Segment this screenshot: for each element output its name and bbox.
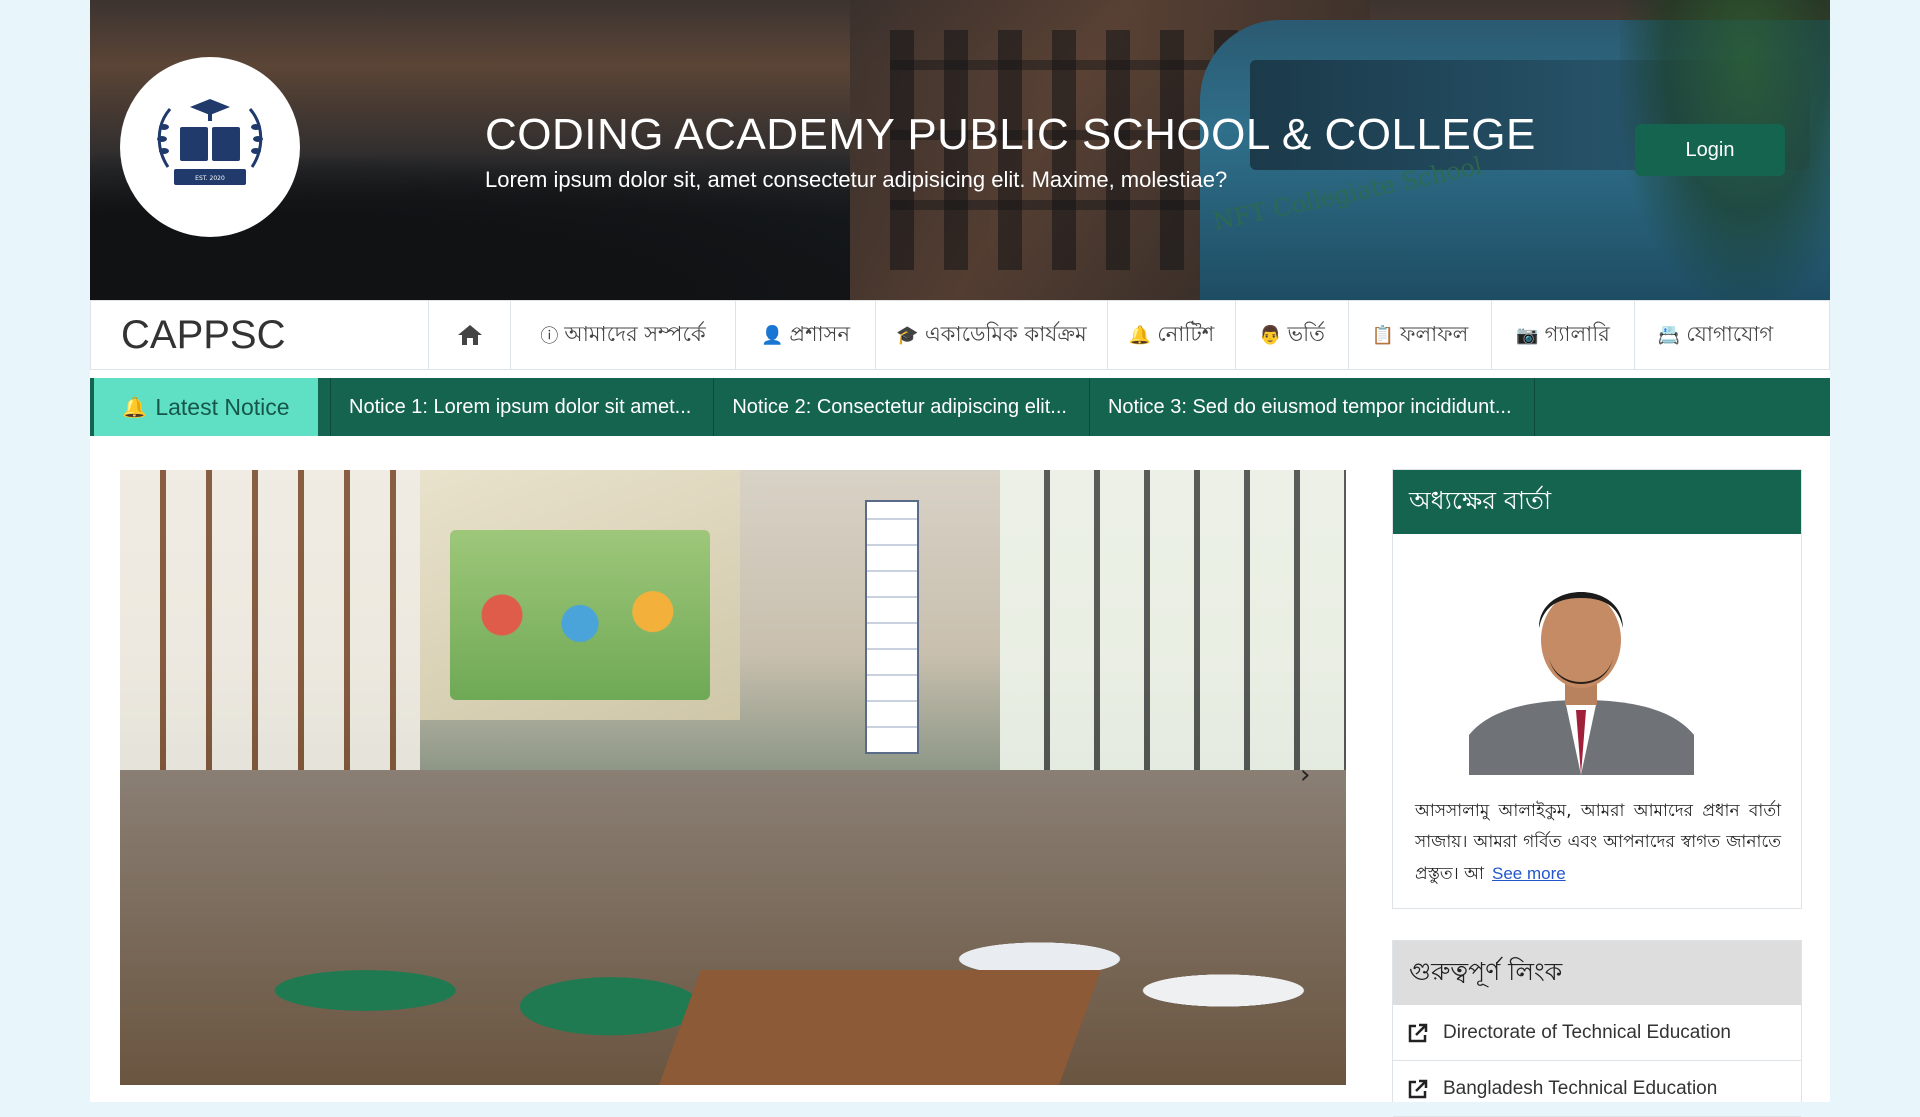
link-item-2[interactable]: Bangladesh Technical Education: [1393, 1061, 1801, 1117]
nav-contact-label: যোগাযোগ: [1686, 321, 1774, 346]
login-button[interactable]: Login: [1635, 124, 1785, 176]
clipboard-check-icon: 📋: [1371, 324, 1395, 346]
nav-gallery-label: গ্যালারি: [1544, 321, 1610, 346]
principal-heading: অধ্যক্ষের বার্তা: [1393, 470, 1801, 534]
nav-administration[interactable]: 👤 প্রশাসন: [735, 301, 875, 369]
nav-contact[interactable]: 📇 যোগাযোগ: [1634, 301, 1796, 369]
school-book-logo-icon: EST. 2020: [157, 99, 263, 185]
nav-about-label: আমাদের সম্পর্কে: [564, 321, 706, 346]
page: NFT Collegiate School EST. 2020 CODING A…: [90, 0, 1830, 1117]
notice-item-3[interactable]: Notice 3: Sed do eiusmod tempor incididu…: [1090, 378, 1535, 436]
notice-item-1[interactable]: Notice 1: Lorem ipsum dolor sit amet...: [330, 378, 715, 436]
hero-slider[interactable]: ›: [120, 470, 1346, 1085]
main-navbar: CAPPSC ⓘ আমাদের সম্পর্কে 👤 প্রশাসন 🎓 একা…: [90, 300, 1830, 370]
nav-about[interactable]: ⓘ আমাদের সম্পর্কে: [510, 301, 735, 369]
external-link-icon: [1408, 1023, 1428, 1042]
link-item-1[interactable]: Directorate of Technical Education: [1393, 1005, 1801, 1061]
brand-name[interactable]: CAPPSC: [91, 301, 428, 369]
bell-icon: 🔔: [122, 396, 148, 419]
info-icon: ⓘ: [540, 326, 559, 347]
header-banner: NFT Collegiate School EST. 2020 CODING A…: [90, 0, 1830, 300]
svg-text:EST. 2020: EST. 2020: [195, 175, 225, 182]
nav-admission[interactable]: 👨 ভর্তি: [1235, 301, 1348, 369]
site-subtitle: Lorem ipsum dolor sit, amet consectetur …: [485, 167, 1228, 192]
principal-message-panel: অধ্যক্ষের বার্তা আসসালামু আলাইকুম, আমরা …: [1392, 469, 1802, 909]
nav-academic[interactable]: 🎓 একাডেমিক কার্যক্রম: [875, 301, 1107, 369]
link-item-2-label: Bangladesh Technical Education: [1443, 1077, 1718, 1099]
principal-message: আসসালামু আলাইকুম, আমরা আমাদের প্রধান বার…: [1415, 796, 1781, 890]
school-logo[interactable]: EST. 2020: [120, 57, 300, 237]
slider-next-button[interactable]: ›: [1300, 760, 1310, 790]
link-item-1-label: Directorate of Technical Education: [1443, 1021, 1731, 1043]
nav-notice[interactable]: 🔔 নোটিশ: [1107, 301, 1235, 369]
graduation-cap-icon: 🎓: [896, 324, 919, 346]
image-icon: 📷: [1516, 324, 1539, 346]
nav-results[interactable]: 📋 ফলাফল: [1348, 301, 1491, 369]
nav-notice-label: নোটিশ: [1157, 321, 1215, 346]
nav-academic-label: একাডেমিক কার্যক্রম: [924, 321, 1087, 346]
nav-administration-label: প্রশাসন: [789, 321, 851, 346]
important-links-panel: গুরুত্বপূর্ণ লিংক Directorate of Technic…: [1392, 940, 1802, 1117]
important-links-heading: গুরুত্বপূর্ণ লিংক: [1393, 941, 1801, 1005]
latest-notice-text: Latest Notice: [155, 393, 290, 420]
bell-icon: 🔔: [1128, 324, 1152, 346]
nav-results-label: ফলাফল: [1400, 321, 1469, 346]
external-link-icon: [1408, 1079, 1428, 1098]
home-icon: [457, 325, 482, 345]
contact-card-icon: 📇: [1657, 324, 1681, 346]
latest-notice-label: 🔔 Latest Notice: [90, 378, 318, 436]
notice-item-2[interactable]: Notice 2: Consectetur adipiscing elit...: [714, 378, 1090, 436]
nav-gallery[interactable]: 📷 গ্যালারি: [1491, 301, 1634, 369]
see-more-link[interactable]: See more: [1492, 864, 1566, 883]
user-graduate-icon: 👨: [1259, 324, 1282, 346]
principal-photo: [1469, 550, 1694, 775]
notice-ticker: 🔔 Latest Notice Notice 1: Lorem ipsum do…: [90, 378, 1830, 436]
nav-admission-label: ভর্তি: [1287, 321, 1325, 346]
principal-message-text: আসসালামু আলাইকুম, আমরা আমাদের প্রধান বার…: [1415, 801, 1781, 884]
site-title: CODING ACADEMY PUBLIC SCHOOL & COLLEGE: [485, 110, 1536, 159]
nav-home[interactable]: [428, 301, 510, 369]
user-icon: 👤: [760, 324, 784, 346]
